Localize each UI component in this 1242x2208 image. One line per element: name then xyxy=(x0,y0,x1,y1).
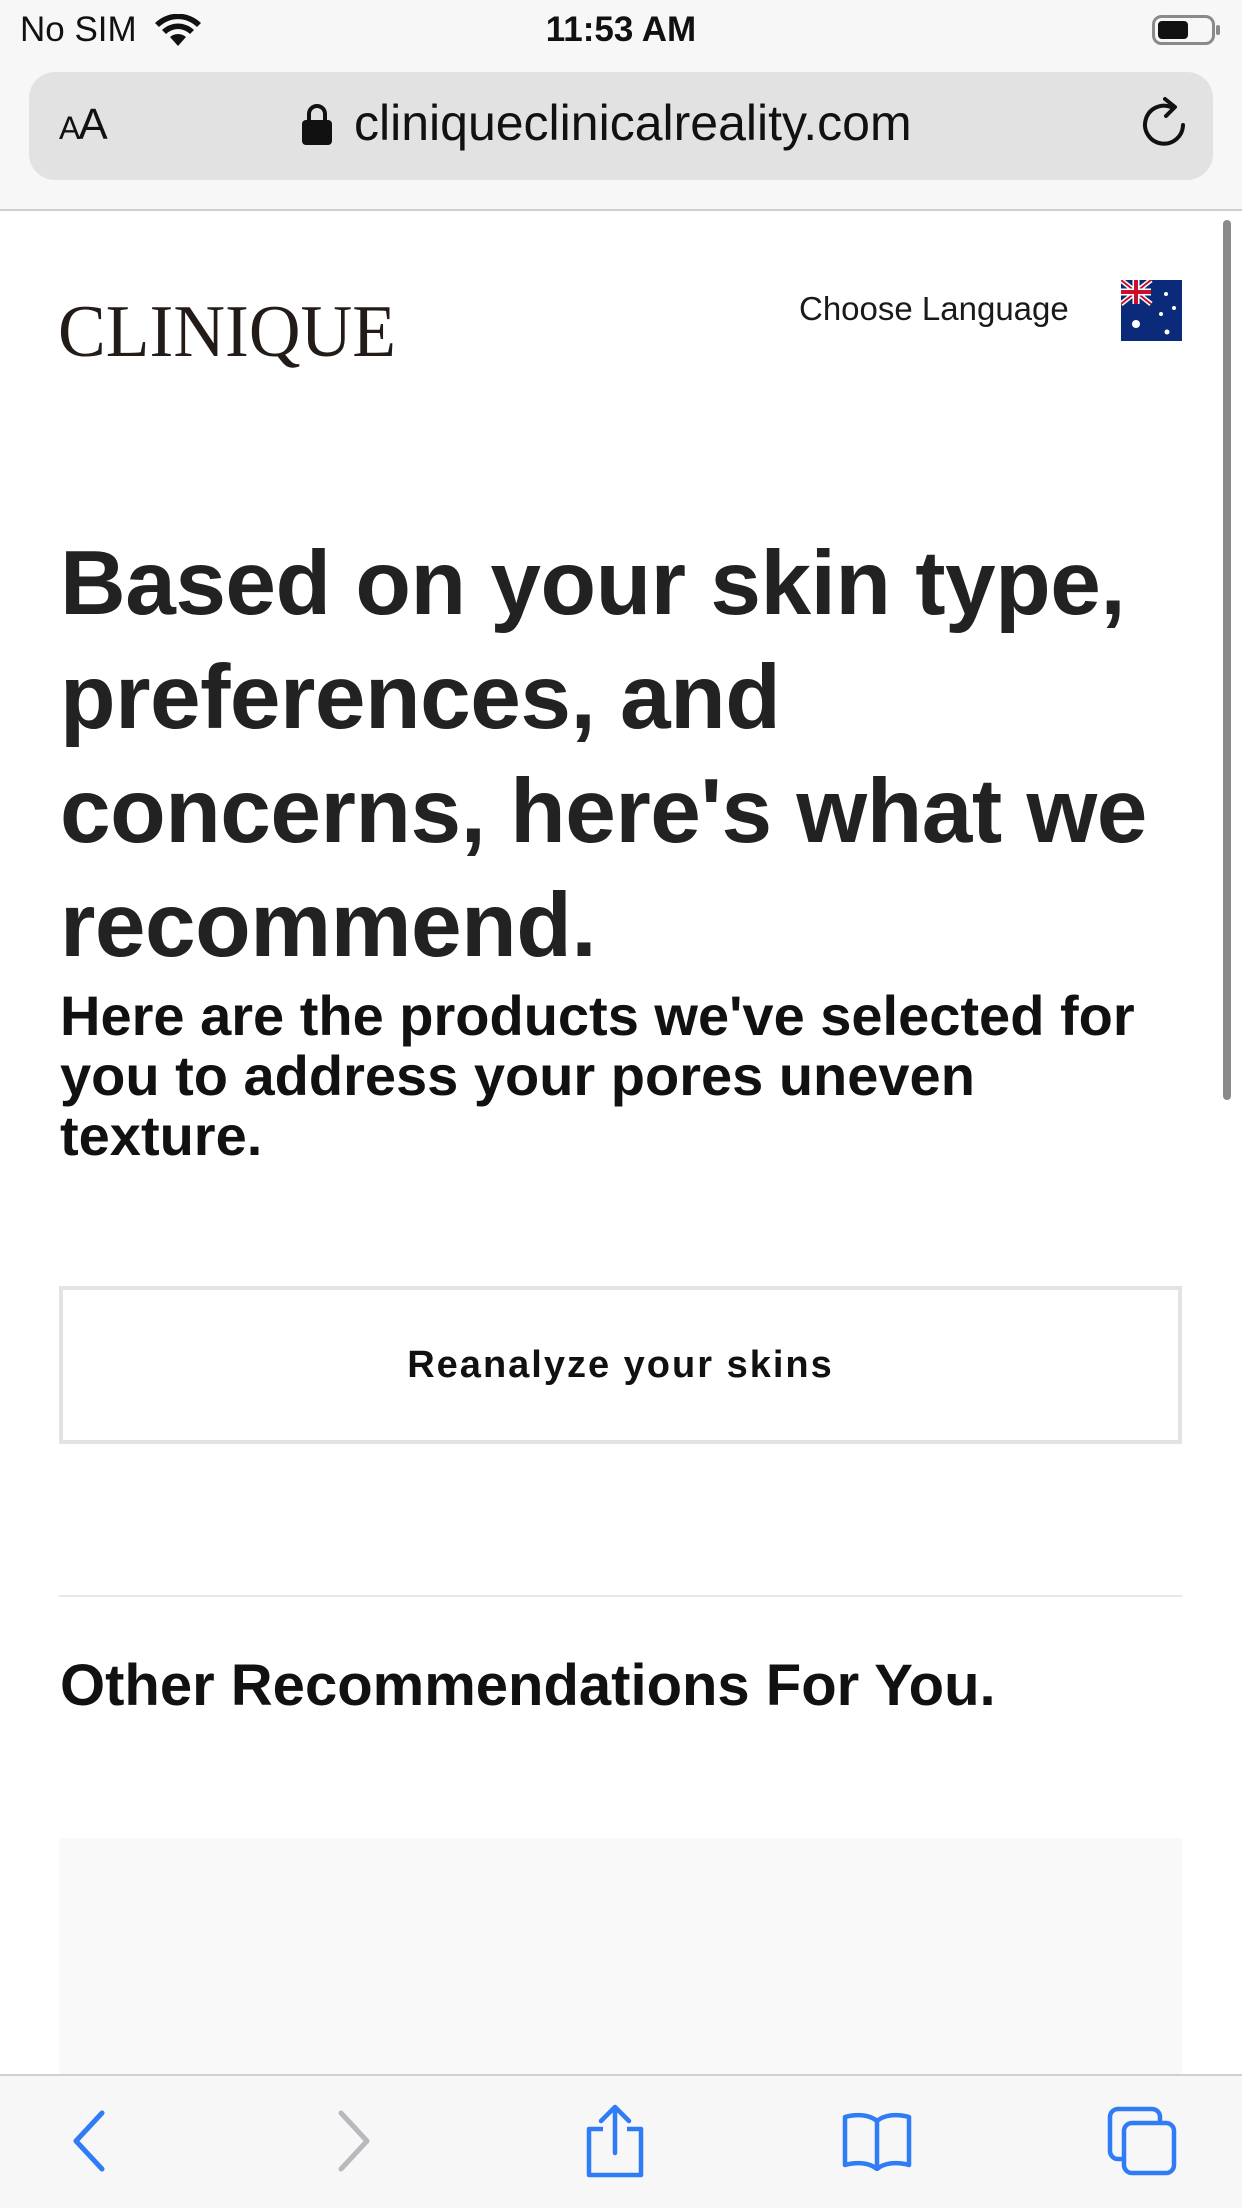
back-chevron-icon xyxy=(73,2110,105,2172)
web-page: CLINIQUE Choose Language Based on your s… xyxy=(0,212,1242,2074)
lock-icon xyxy=(302,104,332,145)
forward-chevron-icon xyxy=(338,2110,370,2172)
forward-button[interactable] xyxy=(308,2096,398,2186)
other-recommendations-title: Other Recommendations For You. xyxy=(60,1653,996,1718)
address-bar[interactable]: AA cliniqueclinicalreality.com xyxy=(29,72,1213,180)
logo-text: CLINIQUE xyxy=(58,291,396,373)
text-size-button[interactable]: AA xyxy=(59,100,108,150)
scrollbar[interactable] xyxy=(1223,220,1231,1100)
share-button[interactable] xyxy=(570,2096,660,2186)
browser-toolbar xyxy=(0,2074,1242,2208)
australia-flag-icon[interactable] xyxy=(1121,280,1182,341)
reload-icon[interactable] xyxy=(1135,96,1193,154)
section-divider xyxy=(59,1595,1182,1597)
status-bar: No SIM 11:53 AM xyxy=(0,0,1242,62)
clock: 11:53 AM xyxy=(545,10,697,49)
reanalyze-label: Reanalyze your skins xyxy=(407,1343,834,1386)
text-size-small-label: A xyxy=(59,110,80,146)
back-button[interactable] xyxy=(45,2096,135,2186)
recommendation-headline: Based on your skin type, preferences, an… xyxy=(60,533,1147,976)
tabs-icon xyxy=(1107,2106,1177,2176)
reanalyze-button[interactable]: Reanalyze your skins xyxy=(59,1286,1182,1444)
product-card-placeholder[interactable] xyxy=(59,1838,1182,2074)
battery-icon xyxy=(1152,15,1220,45)
url-text[interactable]: cliniqueclinicalreality.com xyxy=(354,94,912,152)
bookmarks-icon xyxy=(842,2112,912,2171)
share-icon xyxy=(586,2104,644,2178)
text-size-large-label: A xyxy=(78,100,107,149)
recommendation-subheadline: Here are the products we've selected for… xyxy=(60,984,1135,1167)
tabs-button[interactable] xyxy=(1097,2096,1187,2186)
clinique-logo[interactable]: CLINIQUE xyxy=(58,286,398,376)
choose-language-link[interactable]: Choose Language xyxy=(799,290,1069,328)
bookmarks-button[interactable] xyxy=(832,2096,922,2186)
browser-address-area: AA cliniqueclinicalreality.com xyxy=(0,62,1242,211)
